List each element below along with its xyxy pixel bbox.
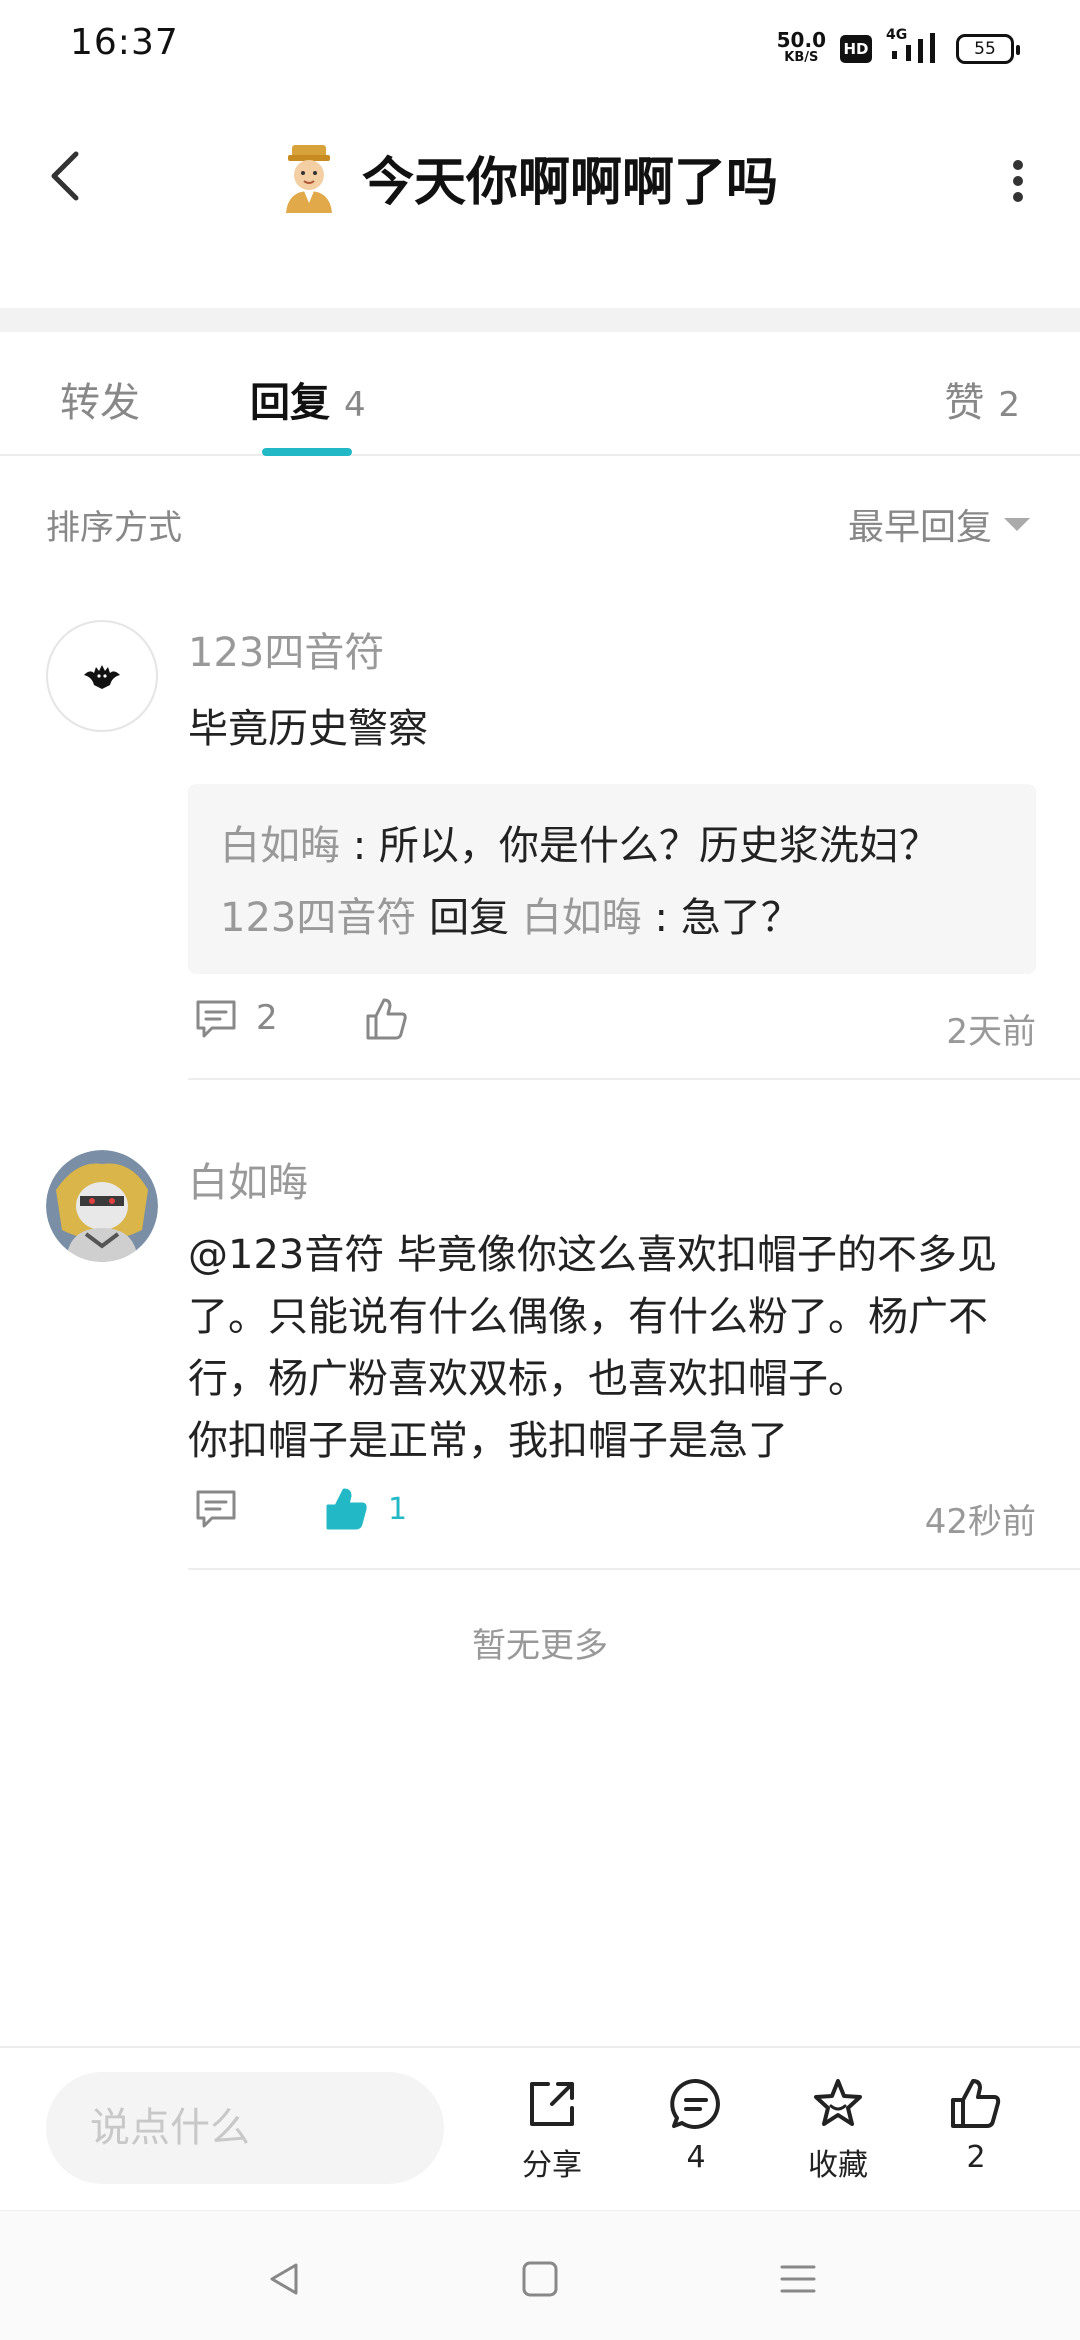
reply-text: 所以，你是什么？历史浆洗妇？ [378,823,939,869]
more-options-button[interactable] [996,154,1040,208]
status-icons: 50.0 KB/S HD 4G 55 [777,24,1020,74]
comment-text: @123音符 毕竟像你这么喜欢扣帽子的不多见 了。只能说有什么偶像，有什么粉了。… [188,1224,1036,1472]
post-like-button[interactable]: 2 [926,2076,1026,2175]
tab-reply[interactable]: 回复 4 [250,370,366,428]
sort-value-label: 最早回复 [847,507,992,548]
tab-like-count: 2 [998,385,1020,425]
comment-divider [188,1078,1080,1080]
comment-actions: 2 2天前 [188,996,1036,1056]
comment-icon [196,1000,236,1038]
comment-body: 白如晦 @123音符 毕竟像你这么喜欢扣帽子的不多见 了。只能说有什么偶像，有什… [188,1150,1036,1472]
tab-forward[interactable]: 转发 [60,370,140,428]
hd-icon: HD [840,35,872,63]
tab-bar: 转发 回复 4 赞 2 [0,332,1080,456]
system-nav-bar [0,2210,1080,2340]
header: 今天你啊啊啊了吗 [0,96,1080,266]
like-button-active[interactable]: 1 [324,1486,407,1532]
battery-icon: 55 [956,34,1020,64]
more-dot-icon [1013,176,1023,186]
tab-reply-count: 4 [344,385,366,425]
more-dot-icon [1013,160,1023,170]
comment-button[interactable]: 4 [646,2076,746,2175]
network-speed: 50.0 KB/S [777,30,826,67]
caret-down-icon [1004,517,1030,531]
reply-target[interactable]: 白如晦 [522,895,642,941]
thumbs-up-filled-icon [326,1488,367,1530]
chat-bubble-icon [670,2078,720,2129]
battery-level: 55 [974,39,996,59]
comment-author[interactable]: 123四音符 [188,620,1036,678]
comment-body: 123四音符 毕竟历史警察 白如晦 : 所以，你是什么？历史浆洗妇？ 123四音… [188,620,1036,974]
tab-like-label: 赞 [944,380,985,426]
back-button[interactable] [36,146,96,206]
chevron-left-icon [51,151,79,201]
tab-reply-label: 回复 [250,380,330,426]
avatar[interactable] [46,1150,158,1262]
reply-line: 123四音符 回复 白如晦 : 急了？ [220,882,1006,954]
comment-text-line: 行，杨广粉喜欢双标，也喜欢扣帽子。 [188,1356,868,1402]
sort-dropdown[interactable]: 最早回复 [848,498,1030,550]
reply-button[interactable] [194,1486,238,1530]
share-button[interactable]: 分享 [502,2076,602,2184]
signal-icon: 4G [886,27,942,67]
bottom-action-bar: 分享 4 收藏 2 [0,2046,1080,2210]
comment-author[interactable]: 白如晦 [188,1150,1036,1208]
thumbs-up-icon [366,998,407,1040]
status-time: 16:37 [70,22,179,63]
comment-text-line: 你扣帽子是正常，我扣帽子是急了 [188,1418,788,1464]
status-bar: 16:37 50.0 KB/S HD 4G 55 [0,0,1080,96]
comment-input[interactable] [46,2072,444,2184]
comment-divider [188,1568,1080,1570]
comment-count: 4 [686,2140,706,2175]
triangle-back-icon [270,2263,298,2295]
post-like-count: 2 [966,2140,986,2175]
bat-avatar-icon [84,665,120,689]
favorite-label: 收藏 [808,2148,868,2183]
reply-separator: : [340,823,379,869]
sort-row: 排序方式 最早回复 [0,456,1080,586]
tab-like[interactable]: 赞 2 [944,370,1020,428]
reply-text: 急了？ [680,895,801,941]
comment-timestamp: 42秒前 [924,1502,1036,1542]
share-icon [530,2082,574,2126]
section-divider [0,308,1080,332]
avatar[interactable] [46,620,158,732]
comment-timestamp: 2天前 [946,1012,1036,1052]
reply-author[interactable]: 123四音符 [220,895,416,941]
share-label: 分享 [522,2148,582,2183]
reply-thread[interactable]: 白如晦 : 所以，你是什么？历史浆洗妇？ 123四音符 回复 白如晦 : 急了？ [188,784,1036,974]
nav-back-button[interactable] [254,2249,314,2309]
title-group: 今天你啊啊啊了吗 [278,140,778,215]
comment-text-line: 了。只能说有什么偶像，有什么粉了。杨广不 [188,1294,988,1340]
comment-text-line: @123音符 毕竟像你这么喜欢扣帽子的不多见 [188,1232,998,1278]
sort-label: 排序方式 [46,508,182,548]
more-dot-icon [1013,192,1023,202]
menu-icon [780,2265,816,2293]
like-button[interactable] [364,996,410,1042]
tab-forward-label: 转发 [60,380,140,426]
no-more-label: 暂无更多 [472,1626,608,1666]
reply-author[interactable]: 白如晦 [220,823,340,869]
nav-menu-button[interactable] [768,2249,828,2309]
nav-home-button[interactable] [510,2249,570,2309]
comment-item: 白如晦 @123音符 毕竟像你这么喜欢扣帽子的不多见 了。只能说有什么偶像，有什… [0,1150,1080,1570]
comment-actions: 1 42秒前 [188,1486,1036,1546]
thumbs-up-icon [951,2079,1001,2128]
tab-active-indicator [262,448,352,456]
reply-button[interactable]: 2 [194,996,278,1040]
comment-icon [196,1490,236,1528]
page-title: 今天你啊啊啊了吗 [362,153,779,213]
comment-text: 毕竟历史警察 [188,706,428,752]
favorite-button[interactable]: 收藏 [788,2076,888,2184]
reply-separator: : [641,895,681,941]
square-home-icon [522,2261,558,2297]
reply-line: 白如晦 : 所以，你是什么？历史浆洗妇？ [220,810,1006,882]
reply-word: 回复 [429,895,510,941]
like-count: 1 [388,1491,408,1527]
author-avatar-icon[interactable] [278,143,340,213]
star-icon [814,2079,862,2126]
comment-item: 123四音符 毕竟历史警察 白如晦 : 所以，你是什么？历史浆洗妇？ 123四音… [0,620,1080,1080]
reply-count: 2 [256,998,278,1038]
anime-avatar-icon [46,1150,158,1262]
